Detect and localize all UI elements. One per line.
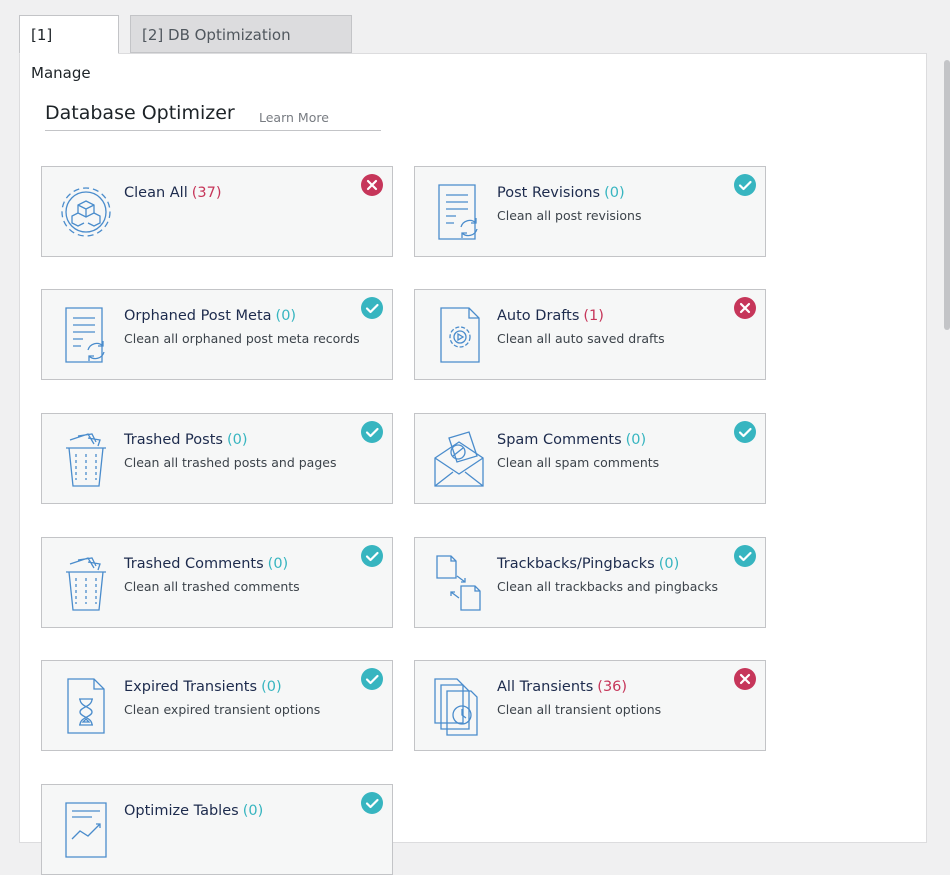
card-title-text: All Transients bbox=[497, 679, 594, 695]
tab-db-optimization-settings[interactable]: [2] DB Optimization Settings bbox=[130, 15, 352, 82]
card-trashed-comments[interactable]: Trashed Comments (0) Clean all trashed com… bbox=[41, 537, 393, 628]
section-header: Database Optimizer Learn More bbox=[45, 101, 381, 131]
learn-more-link[interactable]: Learn More bbox=[259, 110, 329, 125]
card-description: Clean all transient options bbox=[497, 702, 662, 717]
card-title-text: Post Revisions bbox=[497, 185, 601, 201]
card-count: (0) bbox=[226, 432, 248, 448]
status-ok-icon bbox=[361, 668, 383, 690]
gear-cubes-icon bbox=[58, 181, 114, 243]
status-ok-icon bbox=[361, 421, 383, 443]
card-description: Clean all trackbacks and pingbacks bbox=[497, 579, 719, 594]
card-count: (37) bbox=[191, 185, 222, 201]
card-count: (0) bbox=[267, 556, 289, 572]
document-chart-icon bbox=[58, 799, 114, 861]
card-clean-all[interactable]: Clean All (37) bbox=[41, 166, 393, 257]
card-count: (0) bbox=[275, 308, 297, 324]
card-title-text: Optimize Tables bbox=[124, 803, 239, 819]
status-ok-icon bbox=[734, 174, 756, 196]
document-gear-icon bbox=[431, 304, 487, 366]
card-all-transients[interactable]: All Transients (36) Clean all transient op… bbox=[414, 660, 766, 751]
status-ok-icon bbox=[734, 421, 756, 443]
tab-manage[interactable]: [1] Manage bbox=[19, 15, 119, 82]
card-title: All Transients (36) bbox=[497, 679, 627, 695]
card-spam-comments[interactable]: Spam Comments (0) Clean all spam comments bbox=[414, 413, 766, 504]
card-orphaned-post-meta[interactable]: Orphaned Post Meta (0) Clean all orphaned … bbox=[41, 289, 393, 380]
card-trackbacks-pingbacks[interactable]: Trackbacks/Pingbacks (0) Clean all trackba… bbox=[414, 537, 766, 628]
card-title: Trashed Comments (0) bbox=[124, 556, 288, 572]
card-description: Clean all auto saved drafts bbox=[497, 331, 665, 346]
card-title: Trackbacks/Pingbacks (0) bbox=[497, 556, 679, 572]
envelope-spam-icon bbox=[431, 428, 487, 490]
card-title: Spam Comments (0) bbox=[497, 432, 646, 448]
scrollbar[interactable] bbox=[944, 0, 950, 826]
card-title-text: Auto Drafts bbox=[497, 308, 580, 324]
card-title-text: Orphaned Post Meta bbox=[124, 308, 272, 324]
card-description: Clean all post revisions bbox=[497, 208, 642, 223]
documents-arrows-icon bbox=[431, 552, 487, 614]
card-title: Expired Transients (0) bbox=[124, 679, 282, 695]
status-error-icon bbox=[361, 174, 383, 196]
card-count: (0) bbox=[604, 185, 625, 201]
card-title: Orphaned Post Meta (0) bbox=[124, 308, 296, 324]
card-expired-transients[interactable]: Expired Transients (0) Clean expired trans… bbox=[41, 660, 393, 751]
status-ok-icon bbox=[734, 545, 756, 567]
trash-bin-icon bbox=[58, 428, 114, 490]
card-count: (0) bbox=[625, 432, 647, 448]
card-description: Clean all spam comments bbox=[497, 455, 660, 470]
card-title: Post Revisions (0) bbox=[497, 185, 625, 201]
card-description: Clean all trashed comments bbox=[124, 579, 300, 594]
card-title: Auto Drafts (1) bbox=[497, 308, 604, 324]
card-description: Clean expired transient options bbox=[124, 702, 321, 717]
trash-bin-icon bbox=[58, 552, 114, 614]
card-optimize-tables[interactable]: Optimize Tables (0) bbox=[41, 784, 393, 875]
status-ok-icon bbox=[361, 297, 383, 319]
card-title-text: Clean All bbox=[124, 185, 188, 201]
documents-clock-icon bbox=[431, 675, 487, 737]
card-count: (0) bbox=[261, 679, 282, 695]
scrollbar-thumb[interactable] bbox=[944, 60, 950, 330]
status-ok-icon bbox=[361, 545, 383, 567]
card-title-text: Trashed Posts bbox=[124, 432, 223, 448]
card-title: Trashed Posts (0) bbox=[124, 432, 248, 448]
card-title-text: Expired Transients bbox=[124, 679, 258, 695]
document-refresh-icon bbox=[431, 181, 487, 243]
status-ok-icon bbox=[361, 792, 383, 814]
card-title-text: Spam Comments bbox=[497, 432, 622, 448]
card-description: Clean all trashed posts and pages bbox=[124, 455, 337, 470]
status-error-icon bbox=[734, 668, 756, 690]
card-count: (36) bbox=[597, 679, 628, 695]
card-count: (0) bbox=[242, 803, 264, 819]
document-refresh-icon bbox=[58, 304, 114, 366]
card-count: (1) bbox=[583, 308, 604, 324]
card-post-revisions[interactable]: Post Revisions (0) Clean all post revision… bbox=[414, 166, 766, 257]
page-title: Database Optimizer bbox=[45, 102, 235, 124]
card-title: Optimize Tables (0) bbox=[124, 803, 263, 819]
card-auto-drafts[interactable]: Auto Drafts (1) Clean all auto saved draft… bbox=[414, 289, 766, 380]
card-trashed-posts[interactable]: Trashed Posts (0) Clean all trashed posts … bbox=[41, 413, 393, 504]
card-title: Clean All (37) bbox=[124, 185, 222, 201]
card-count: (0) bbox=[658, 556, 680, 572]
status-error-icon bbox=[734, 297, 756, 319]
card-description: Clean all orphaned post meta records bbox=[124, 331, 360, 346]
document-hourglass-icon bbox=[58, 675, 114, 737]
card-title-text: Trackbacks/Pingbacks bbox=[497, 556, 655, 572]
card-title-text: Trashed Comments bbox=[124, 556, 264, 572]
